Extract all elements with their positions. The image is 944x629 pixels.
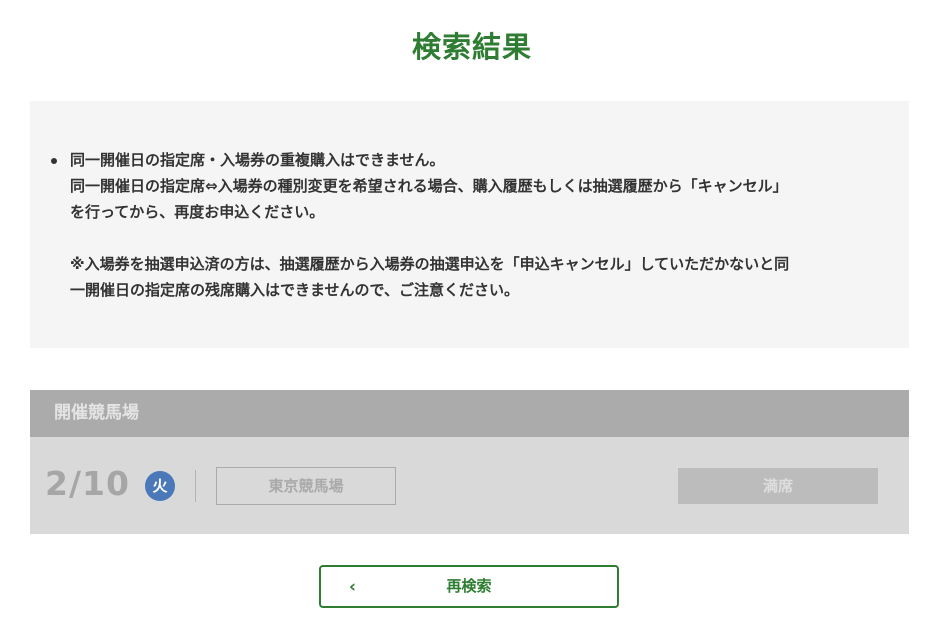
notice-line: 一開催日の指定席の残席購入はできませんので、ご注意ください。 [70,281,519,299]
sold-out-status: 満席 [678,468,878,504]
notice-line: ※入場券を抽選申込済の方は、抽選履歴から入場券の抽選申込を「申込キャンセル」して… [70,255,790,273]
page-title: 検索結果 [411,30,532,64]
notice-box: 同一開催日の指定席・入場券の重複購入はできません。 同一開催日の指定席⇔入場券の… [30,101,909,348]
event-date: 2/10 [45,464,130,503]
divider [195,470,196,502]
venue-header-label: 開催競馬場 [54,403,139,423]
venue-name-button: 東京競馬場 [216,467,396,505]
research-button-label: 再検索 [446,577,492,595]
weekday-badge: 火 [145,471,175,501]
notice-spacer [70,225,900,251]
notice-line: 同一開催日の指定席⇔入場券の種別変更を希望される場合、購入履歴もしくは抽選履歴か… [70,177,788,195]
venue-panel: 開催競馬場 2/10 火 東京競馬場 満席 [30,390,909,534]
notice-line: 同一開催日の指定席・入場券の重複購入はできません。 [70,151,445,169]
research-button[interactable]: ‹ 再検索 [319,565,619,608]
notice-text: 同一開催日の指定席・入場券の重複購入はできません。 同一開催日の指定席⇔入場券の… [70,147,900,303]
venue-panel-header: 開催競馬場 [30,390,909,437]
notice-line: を行ってから、再度お申込ください。 [70,203,325,221]
bullet-icon [51,158,57,164]
